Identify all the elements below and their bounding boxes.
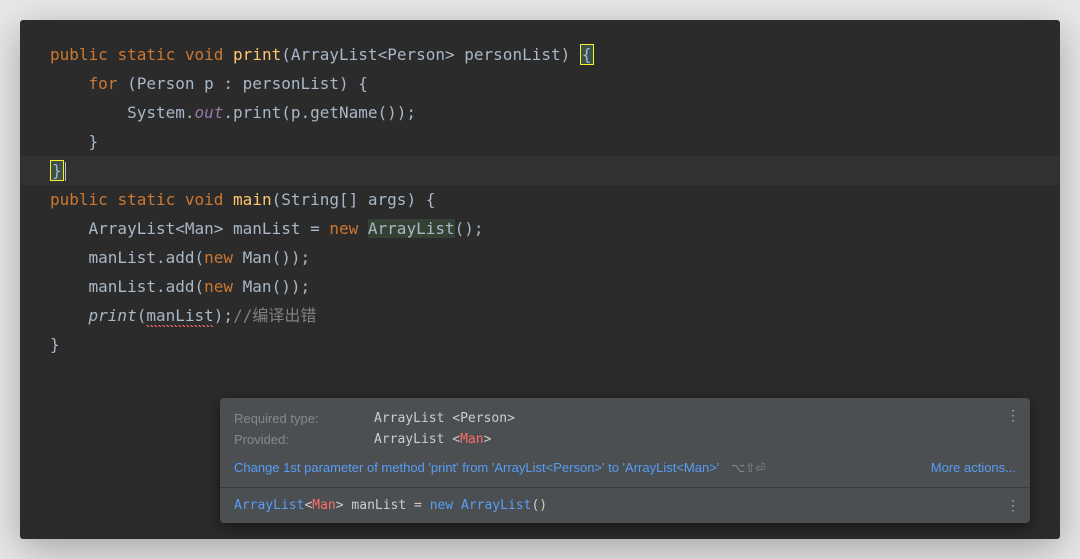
required-type-value: ArrayList <Person> — [374, 411, 515, 426]
provided-type-label: Provided: — [234, 432, 374, 447]
for-rest: (Person p : personList) { — [117, 74, 367, 93]
type-arraylist: ArrayList — [291, 45, 378, 64]
method-name-main: main — [233, 190, 272, 209]
keyword-static: static — [117, 45, 175, 64]
code-line-10[interactable]: manList.add(new Man()); — [50, 272, 1030, 301]
code-line-8[interactable]: ArrayList<Man> manList = new ArrayList()… — [50, 214, 1030, 243]
more-actions-link[interactable]: More actions... — [931, 460, 1016, 475]
ctor-rest: (); — [455, 219, 484, 238]
tooltip-context-section: ⋮ ArrayList<Man> manList = new ArrayList… — [220, 488, 1030, 523]
brace-open-matched: { — [580, 44, 594, 65]
keyword-public: public — [50, 45, 108, 64]
error-argument: manList — [146, 306, 213, 327]
add-call: manList.add( — [89, 277, 205, 296]
keyword-void: void — [185, 190, 224, 209]
print-call: .print(p.getName()); — [223, 103, 416, 122]
tooltip-error-section: ⋮ Required type: ArrayList <Person> Prov… — [220, 398, 1030, 487]
context-code: ArrayList<Man> manList = new ArrayList() — [234, 498, 547, 513]
indent — [50, 277, 89, 296]
comment-compile-error: //编译出错 — [233, 306, 316, 325]
required-type-label: Required type: — [234, 411, 374, 426]
add-call: manList.add( — [89, 248, 205, 267]
generic-open: < — [378, 45, 388, 64]
provided-type-value: ArrayList <Man> — [374, 432, 491, 447]
decl-part: ArrayList<Man> manList = — [89, 219, 330, 238]
keyword-new: new — [329, 219, 358, 238]
keyword-public: public — [50, 190, 108, 209]
error-tooltip-popup: ⋮ Required type: ArrayList <Person> Prov… — [220, 398, 1030, 523]
code-line-9[interactable]: manList.add(new Man()); — [50, 243, 1030, 272]
keyword-for: for — [89, 74, 118, 93]
keyword-void: void — [185, 45, 224, 64]
code-line-1[interactable]: public static void print(ArrayList<Perso… — [50, 40, 1030, 69]
code-editor-panel[interactable]: public static void print(ArrayList<Perso… — [20, 20, 1060, 539]
main-params: (String[] args) { — [272, 190, 436, 209]
indent — [50, 103, 127, 122]
keyword-new: new — [204, 248, 233, 267]
paren-open: ( — [137, 306, 147, 325]
man-ctor: Man()); — [233, 248, 310, 267]
code-line-5-current[interactable]: } — [20, 156, 1060, 185]
quickfix-link[interactable]: Change 1st parameter of method 'print' f… — [234, 460, 719, 475]
man-ctor: Man()); — [233, 277, 310, 296]
code-line-12[interactable]: } — [50, 330, 1030, 359]
out-field: out — [195, 103, 224, 122]
more-options-icon[interactable]: ⋮ — [1006, 408, 1020, 422]
paren-close: ) — [561, 45, 571, 64]
print-call-italic: print — [89, 306, 137, 325]
type-person: Person — [387, 45, 445, 64]
indent — [50, 74, 89, 93]
more-options-icon[interactable]: ⋮ — [1006, 498, 1020, 514]
semicolon: ; — [223, 306, 233, 325]
closing-brace: } — [50, 132, 98, 151]
constructor-highlight: ArrayList — [368, 219, 455, 238]
keyword-static: static — [117, 190, 175, 209]
quickfix-row: Change 1st parameter of method 'print' f… — [234, 450, 1016, 475]
param-personlist: personList — [455, 45, 561, 64]
code-line-7[interactable]: public static void main(String[] args) { — [50, 185, 1030, 214]
code-line-4[interactable]: } — [50, 127, 1030, 156]
indent — [50, 248, 89, 267]
indent — [50, 306, 89, 325]
brace-close-matched: } — [50, 160, 64, 181]
closing-brace: } — [50, 335, 60, 354]
code-line-3[interactable]: System.out.print(p.getName()); — [50, 98, 1030, 127]
code-line-2[interactable]: for (Person p : personList) { — [50, 69, 1030, 98]
method-name-print: print — [233, 45, 281, 64]
paren-open: ( — [281, 45, 291, 64]
text-caret — [65, 162, 66, 181]
paren-close: ) — [214, 306, 224, 325]
quickfix-shortcut: ⌥⇧⏎ — [731, 461, 765, 475]
generic-close: > — [445, 45, 455, 64]
keyword-new: new — [204, 277, 233, 296]
system-class: System. — [127, 103, 194, 122]
provided-type-row: Provided: ArrayList <Man> — [234, 429, 1016, 450]
required-type-row: Required type: ArrayList <Person> — [234, 408, 1016, 429]
code-line-11[interactable]: print(manList);//编译出错 — [50, 301, 1030, 330]
indent — [50, 219, 89, 238]
